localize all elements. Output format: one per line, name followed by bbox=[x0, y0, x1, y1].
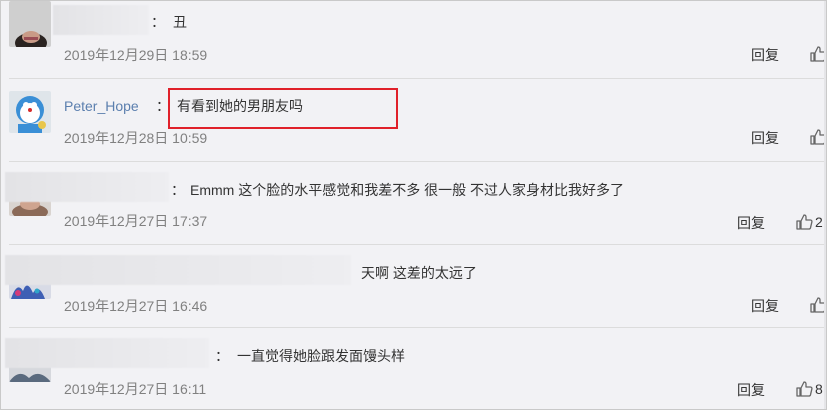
username-link[interactable]: Peter_Hope bbox=[64, 96, 139, 116]
comment-item: ： Emmm 这个脸的水平感觉和我差不多 很一般 不过人家身材比我好多了 201… bbox=[1, 162, 826, 244]
thumbs-up-icon bbox=[796, 214, 813, 230]
comment-text: 一直觉得她脸跟发面馒头样 bbox=[237, 348, 405, 364]
highlight-box bbox=[168, 88, 398, 129]
avatar[interactable] bbox=[9, 366, 51, 382]
comment-text: Emmm 这个脸的水平感觉和我差不多 很一般 不过人家身材比我好多了 bbox=[190, 182, 624, 198]
comment-item: ： 丑 2019年12月29日 18:59 回复 bbox=[1, 1, 826, 83]
reply-button[interactable]: 回复 bbox=[751, 46, 779, 64]
avatar[interactable] bbox=[9, 91, 51, 133]
comment-text: 丑 bbox=[173, 14, 187, 30]
like-count: 2 bbox=[815, 214, 823, 230]
colon: ： bbox=[151, 14, 165, 30]
colon: ： bbox=[171, 182, 185, 198]
comment-time: 2019年12月28日 10:59 bbox=[64, 130, 208, 146]
like-button[interactable]: 8 bbox=[795, 380, 823, 398]
colon: ： bbox=[215, 348, 229, 364]
comment-time: 2019年12月27日 16:11 bbox=[64, 381, 207, 397]
comment-item: ： 一直觉得她脸跟发面馒头样 2019年12月27日 16:11 回复 8 bbox=[1, 328, 826, 409]
comment-item: 天啊 这差的太远了 2019年12月27日 16:46 回复 bbox=[1, 245, 826, 327]
thumbs-up-icon bbox=[796, 381, 813, 397]
comment-list: ： 丑 2019年12月29日 18:59 回复 Peter_Hope ： 有看… bbox=[0, 0, 827, 410]
username-redacted bbox=[5, 172, 169, 202]
username-redacted bbox=[53, 5, 149, 35]
reply-button[interactable]: 回复 bbox=[751, 129, 779, 147]
username-redacted bbox=[5, 255, 351, 285]
username-redacted bbox=[5, 338, 209, 368]
comment-time: 2019年12月27日 16:46 bbox=[64, 298, 208, 314]
reply-button[interactable]: 回复 bbox=[737, 381, 765, 399]
like-count: 8 bbox=[815, 381, 823, 397]
reply-button[interactable]: 回复 bbox=[737, 214, 765, 232]
scrollbar[interactable] bbox=[824, 1, 826, 409]
comment-time: 2019年12月29日 18:59 bbox=[64, 47, 208, 63]
comment-time: 2019年12月27日 17:37 bbox=[64, 213, 208, 229]
comment-text: 天啊 这差的太远了 bbox=[361, 265, 477, 281]
reply-button[interactable]: 回复 bbox=[751, 297, 779, 315]
like-button[interactable]: 2 bbox=[795, 213, 823, 231]
avatar[interactable] bbox=[9, 1, 51, 47]
comment-item: Peter_Hope ： 有看到她的男朋友吗 2019年12月28日 10:59… bbox=[1, 79, 826, 161]
